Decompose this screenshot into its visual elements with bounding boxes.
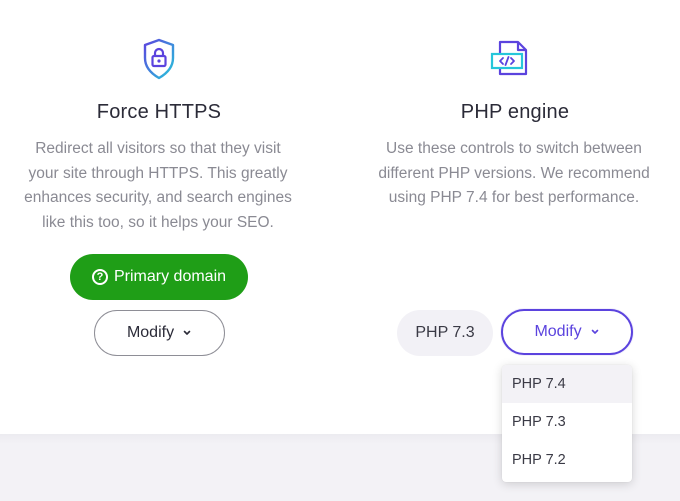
force-https-title: Force HTTPS <box>96 101 222 123</box>
description-line: enhances security, and search engines <box>24 189 292 206</box>
description-line: Redirect all visitors so that they visit <box>35 140 281 157</box>
dropdown-option-php-7-4[interactable]: PHP 7.4 <box>502 365 632 403</box>
primary-domain-label: Primary domain <box>113 268 227 285</box>
chevron-down-icon <box>591 329 598 334</box>
code-file-icon <box>490 40 530 83</box>
description-line: like this too, so it helps your SEO. <box>42 213 274 231</box>
php-version-dropdown-menu: PHP 7.4 PHP 7.3 PHP 7.2 <box>502 365 632 482</box>
dropdown-option-php-7-3[interactable]: PHP 7.3 <box>502 403 632 441</box>
question-circle-icon: ? <box>91 269 108 285</box>
primary-domain-button[interactable]: ? Primary domain <box>70 254 248 300</box>
description-line: your site through HTTPS. This greatly <box>28 164 288 182</box>
php-modify-button[interactable]: Modify <box>501 309 633 355</box>
description-line: Use these controls to switch between <box>386 140 642 157</box>
modify-label: Modify <box>534 323 582 340</box>
force-https-description: Redirect all visitors so that they visit… <box>0 137 317 235</box>
description-line: using PHP 7.4 for best performance. <box>388 189 640 206</box>
shield-lock-icon <box>142 38 176 85</box>
modify-label: Modify <box>126 324 175 341</box>
description-line: different PHP versions. We recommend <box>378 164 650 182</box>
php-engine-title: PHP engine <box>460 101 570 123</box>
php-engine-description: Use these controls to switch between dif… <box>349 137 679 211</box>
current-php-version-badge: PHP 7.3 <box>397 310 493 356</box>
chevron-down-icon <box>183 330 191 335</box>
https-modify-button[interactable]: Modify <box>94 310 225 356</box>
dropdown-option-php-7-2[interactable]: PHP 7.2 <box>502 441 632 479</box>
